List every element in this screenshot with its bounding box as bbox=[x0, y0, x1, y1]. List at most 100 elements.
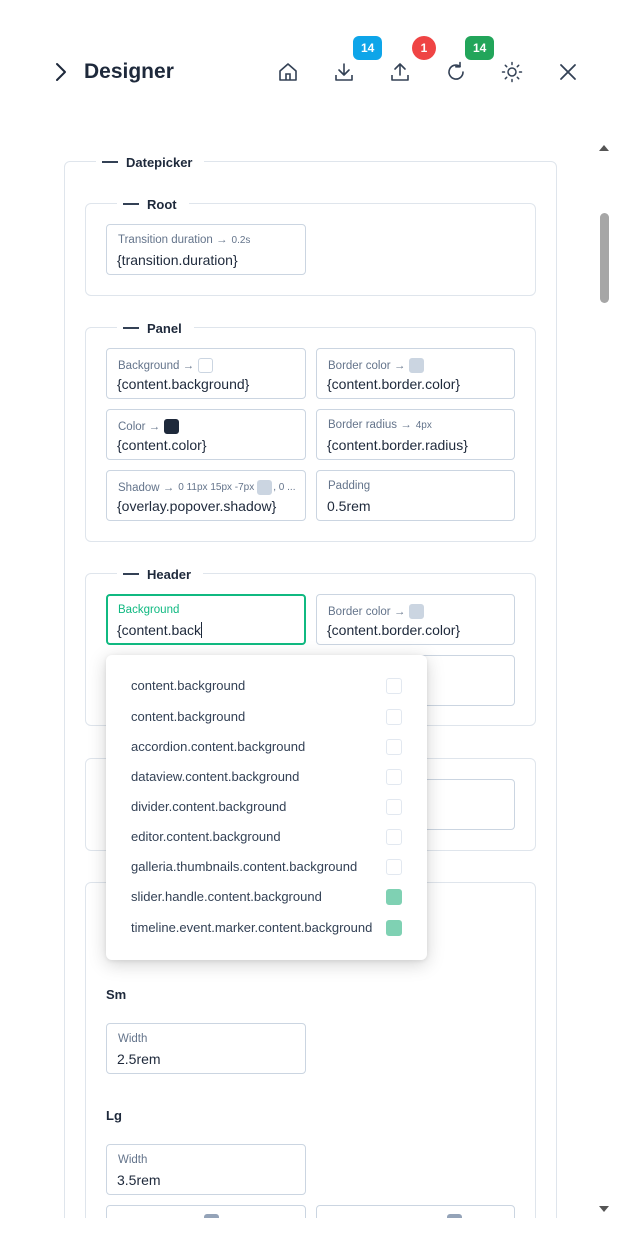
refresh-icon[interactable] bbox=[444, 60, 468, 84]
datepicker-legend-label: Datepicker bbox=[126, 154, 193, 170]
header-legend-label: Header bbox=[147, 566, 192, 582]
field-value: {content.border.radius} bbox=[327, 437, 468, 453]
lg-width-label: Width bbox=[118, 1154, 147, 1166]
color-swatch bbox=[386, 769, 402, 785]
designer-title: Designer bbox=[84, 60, 174, 83]
field-label: Background bbox=[118, 604, 180, 616]
panel-border-radius-field[interactable]: Border radius → 4px {content.border.radi… bbox=[316, 409, 515, 460]
resolved-value-more: , 0 ... bbox=[273, 482, 296, 493]
datepicker-legend[interactable]: Datepicker bbox=[96, 152, 205, 172]
transition-duration-label: Transition duration → 0.2s bbox=[118, 234, 250, 246]
suggestion-text: slider.handle.content.background bbox=[131, 889, 322, 904]
scroll-down-arrow-icon[interactable] bbox=[599, 1206, 609, 1212]
panel-padding-field[interactable]: Padding 0.5rem bbox=[316, 470, 515, 521]
panel-color-field[interactable]: Color → {content.color} bbox=[106, 409, 306, 460]
panel-background-label: Background → bbox=[118, 358, 214, 373]
suggestion-item[interactable]: accordion.content.background bbox=[106, 732, 427, 762]
color-swatch bbox=[198, 358, 214, 373]
cut-off-field[interactable] bbox=[106, 1205, 306, 1218]
color-swatch bbox=[386, 920, 402, 936]
cut-off-field-2[interactable] bbox=[316, 1205, 515, 1218]
panel-shadow-label: Shadow → 0 11px 15px -7px , 0 ... bbox=[118, 480, 295, 495]
suggestion-text: galleria.thumbnails.content.background bbox=[131, 859, 358, 874]
panel-background-field[interactable]: Background → {content.background} bbox=[106, 348, 306, 399]
home-icon[interactable] bbox=[276, 60, 300, 84]
suggestion-text: content.background bbox=[131, 709, 246, 724]
collapse-icon bbox=[102, 161, 118, 163]
field-value: {transition.duration} bbox=[117, 252, 238, 268]
suggestion-item[interactable]: content.background bbox=[106, 702, 427, 732]
suggestion-item[interactable]: galleria.thumbnails.content.background bbox=[106, 852, 427, 882]
suggestion-item[interactable]: timeline.event.marker.content.background bbox=[106, 913, 427, 943]
field-value: {content.color} bbox=[117, 437, 207, 453]
color-swatch bbox=[409, 358, 425, 373]
panel-legend-label: Panel bbox=[147, 320, 182, 336]
download-icon[interactable] bbox=[332, 60, 356, 84]
color-swatch bbox=[386, 859, 402, 875]
color-swatch bbox=[447, 1214, 462, 1218]
field-label: Background → bbox=[118, 359, 195, 372]
field-label: Width bbox=[118, 1154, 148, 1166]
collapse-icon bbox=[123, 327, 139, 329]
field-value-wrap: {content.back bbox=[117, 622, 203, 638]
collapse-icon bbox=[123, 203, 139, 205]
upload-icon[interactable] bbox=[388, 60, 412, 84]
token-suggestions-dropdown: content.background content.background ac… bbox=[106, 655, 427, 960]
field-label: Shadow → bbox=[118, 481, 175, 494]
root-legend-label: Root bbox=[147, 196, 177, 212]
suggestion-text: divider.content.background bbox=[131, 799, 287, 814]
sm-width-label: Width bbox=[118, 1033, 147, 1045]
suggestion-item[interactable]: content.background bbox=[106, 671, 427, 701]
collapse-icon bbox=[123, 573, 139, 575]
refresh-badge: 14 bbox=[465, 36, 495, 60]
field-label: Transition duration → bbox=[118, 234, 228, 246]
field-value: {content.background} bbox=[117, 376, 250, 392]
panel-border-color-field[interactable]: Border color → {content.border.color} bbox=[316, 348, 515, 399]
panel-shadow-field[interactable]: Shadow → 0 11px 15px -7px , 0 ... {overl… bbox=[106, 470, 306, 521]
resolved-value: 4px bbox=[415, 419, 432, 431]
sm-width-field[interactable]: Width 2.5rem bbox=[106, 1023, 306, 1074]
designer-header: Designer 14 1 14 bbox=[0, 0, 629, 130]
field-value: 2.5rem bbox=[117, 1051, 161, 1067]
panel-border-radius-label: Border radius → 4px bbox=[328, 419, 432, 431]
scrollbar-thumb[interactable] bbox=[600, 213, 609, 303]
lg-width-field[interactable]: Width 3.5rem bbox=[106, 1144, 306, 1195]
color-swatch bbox=[386, 799, 402, 815]
field-label: Color → bbox=[118, 420, 161, 433]
header-background-field[interactable]: Background {content.back bbox=[106, 594, 306, 645]
color-swatch bbox=[386, 889, 402, 905]
header-border-color-label: Border color → bbox=[328, 604, 425, 619]
suggestion-text: editor.content.background bbox=[131, 829, 281, 844]
suggestion-item[interactable]: dataview.content.background bbox=[106, 762, 427, 792]
suggestion-item[interactable]: editor.content.background bbox=[106, 822, 427, 852]
field-value: 3.5rem bbox=[117, 1172, 161, 1188]
header-background-label: Background bbox=[118, 604, 179, 616]
field-label: Padding bbox=[328, 480, 371, 492]
sm-label: Sm bbox=[106, 987, 127, 1002]
color-swatch bbox=[204, 1214, 219, 1218]
suggestion-text: dataview.content.background bbox=[131, 769, 300, 784]
sun-icon[interactable] bbox=[500, 60, 524, 84]
field-value: {content.back bbox=[117, 622, 202, 638]
header-border-color-field[interactable]: Border color → {content.border.color} bbox=[316, 594, 515, 645]
transition-duration-field[interactable]: Transition duration → 0.2s {transition.d… bbox=[106, 224, 306, 275]
field-value: {content.border.color} bbox=[327, 622, 461, 638]
suggestion-item[interactable]: divider.content.background bbox=[106, 792, 427, 822]
lg-label: Lg bbox=[106, 1108, 122, 1123]
root-legend[interactable]: Root bbox=[117, 194, 189, 214]
field-label: Border radius → bbox=[328, 419, 412, 431]
color-swatch bbox=[386, 739, 402, 755]
suggestion-item[interactable]: slider.handle.content.background bbox=[106, 882, 427, 912]
panel-padding-label: Padding bbox=[328, 480, 370, 492]
field-label: Border color → bbox=[328, 359, 406, 372]
scroll-up-arrow-icon[interactable] bbox=[599, 145, 609, 151]
panel-legend[interactable]: Panel bbox=[117, 318, 194, 338]
color-swatch bbox=[386, 829, 402, 845]
suggestion-text: accordion.content.background bbox=[131, 739, 306, 754]
header-legend[interactable]: Header bbox=[117, 564, 204, 584]
upload-badge: 1 bbox=[412, 36, 436, 60]
text-caret bbox=[201, 622, 203, 638]
close-icon[interactable] bbox=[556, 60, 580, 84]
chevron-right-icon[interactable] bbox=[50, 61, 72, 83]
color-swatch bbox=[386, 678, 402, 694]
